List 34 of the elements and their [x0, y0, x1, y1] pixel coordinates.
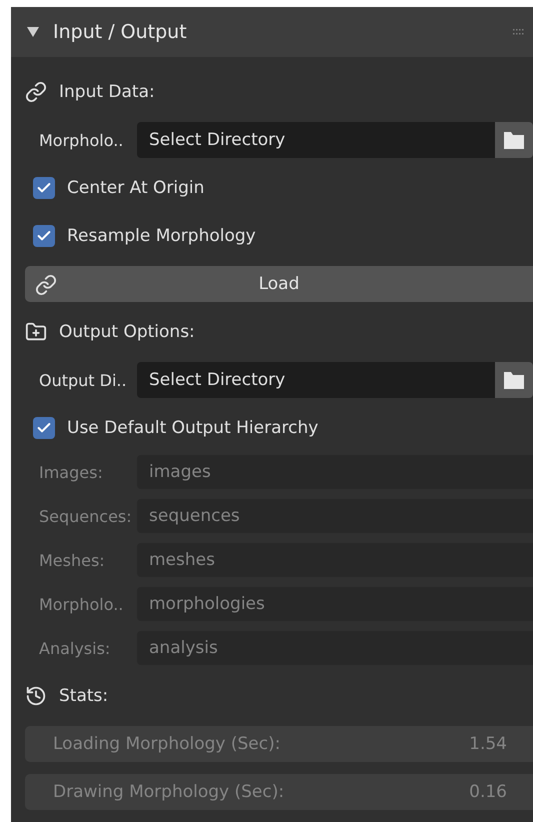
field-label: Meshes:: [38, 550, 106, 570]
stat-value: 1.54: [469, 734, 507, 754]
checkbox-label: Use Default Output Hierarchy: [67, 418, 318, 438]
field-label: Sequences:: [38, 506, 133, 526]
section-heading: Output Options:: [59, 322, 195, 342]
folder-plus-icon: [25, 321, 47, 343]
folder-icon: [503, 130, 525, 150]
section-heading: Stats:: [59, 686, 108, 706]
link-icon: [35, 274, 57, 296]
stat-value: 0.16: [469, 782, 507, 802]
panel-title: Input / Output: [53, 21, 188, 43]
checkbox[interactable]: [33, 417, 55, 439]
field-label: Morpholo..: [38, 130, 124, 150]
folder-icon: [503, 370, 525, 390]
field-label: Images:: [38, 462, 104, 482]
history-icon: [25, 685, 47, 707]
directory-field[interactable]: Select Directory: [137, 362, 495, 398]
browse-button[interactable]: [495, 362, 533, 398]
link-icon: [25, 81, 47, 103]
checkbox[interactable]: [33, 177, 55, 199]
checkbox[interactable]: [33, 225, 55, 247]
panel-header[interactable]: Input / Output: [11, 7, 533, 57]
load-button[interactable]: Load: [25, 266, 533, 302]
stat-label: Loading Morphology (Sec):: [53, 734, 280, 754]
stat-label: Drawing Morphology (Sec):: [53, 782, 284, 802]
directory-field[interactable]: Select Directory: [137, 122, 495, 158]
field-label: Analysis:: [38, 638, 112, 658]
drag-handle-icon[interactable]: [513, 28, 525, 36]
field-label: Morpholo..: [38, 594, 124, 614]
browse-button[interactable]: [495, 122, 533, 158]
checkbox-label: Resample Morphology: [67, 226, 256, 246]
checkbox-label: Center At Origin: [67, 178, 204, 198]
section-heading: Input Data:: [59, 82, 155, 102]
field-label: Output Di..: [38, 370, 128, 390]
